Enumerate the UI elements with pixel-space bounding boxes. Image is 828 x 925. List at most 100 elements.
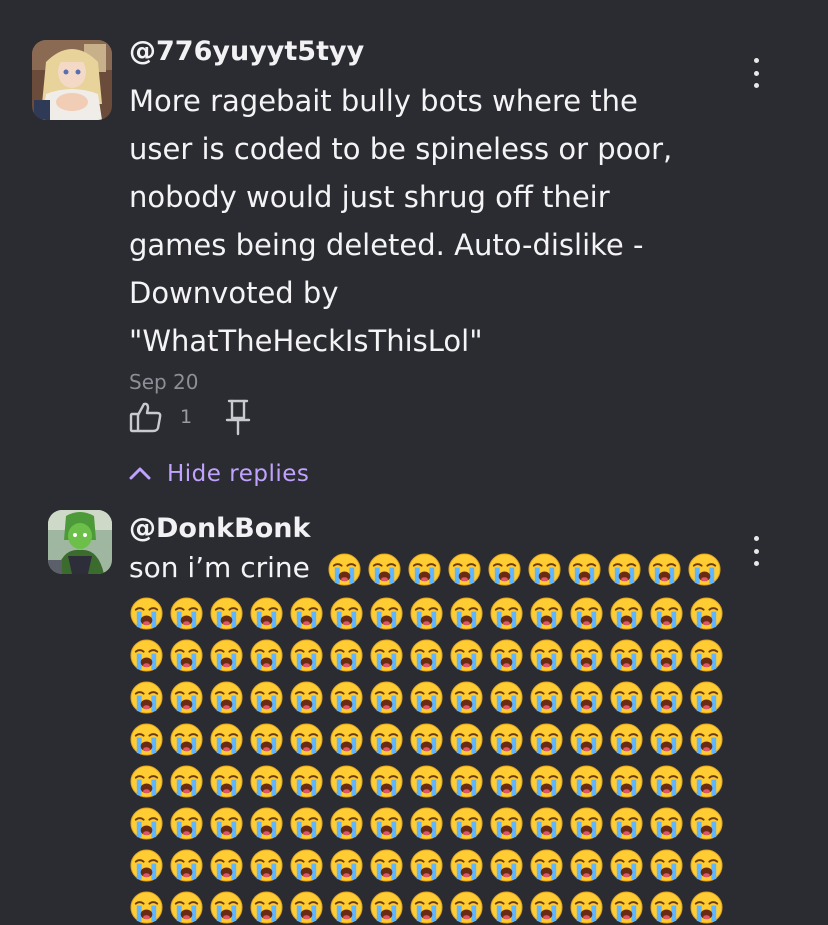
loudly-crying-face-icon	[169, 764, 204, 799]
more-vertical-icon[interactable]	[744, 58, 768, 88]
loudly-crying-face-icon	[409, 596, 444, 631]
loudly-crying-face-icon	[249, 806, 284, 841]
loudly-crying-face-icon	[449, 848, 484, 883]
pin-icon[interactable]	[225, 398, 251, 440]
loudly-crying-face-icon	[369, 596, 404, 631]
loudly-crying-face-icon	[649, 848, 684, 883]
loudly-crying-face-icon	[449, 764, 484, 799]
loudly-crying-face-icon	[369, 848, 404, 883]
loudly-crying-face-icon	[529, 806, 564, 841]
loudly-crying-face-icon	[569, 638, 604, 673]
loudly-crying-face-icon	[409, 764, 444, 799]
loudly-crying-face-icon	[649, 722, 684, 757]
loudly-crying-face-icon	[169, 680, 204, 715]
loudly-crying-face-icon	[169, 806, 204, 841]
comment-author[interactable]: @776yuyyt5tyy	[129, 36, 364, 67]
loudly-crying-face-icon	[209, 890, 244, 925]
loudly-crying-face-icon	[209, 680, 244, 715]
loudly-crying-face-icon	[609, 680, 644, 715]
loudly-crying-face-icon	[249, 680, 284, 715]
loudly-crying-face-icon	[569, 680, 604, 715]
like-count: 1	[180, 406, 193, 428]
thumbs-up-icon[interactable]	[129, 400, 163, 438]
loudly-crying-face-icon	[249, 596, 284, 631]
loudly-crying-face-icon	[409, 638, 444, 673]
loudly-crying-face-icon	[289, 806, 324, 841]
loudly-crying-face-icon	[609, 596, 644, 631]
loudly-crying-face-icon	[609, 638, 644, 673]
loudly-crying-face-icon	[489, 806, 524, 841]
loudly-crying-face-icon	[129, 680, 164, 715]
comment-text-line: user is coded to be spineless or poor,	[129, 132, 673, 166]
loudly-crying-face-icon	[249, 638, 284, 673]
loudly-crying-face-icon	[609, 764, 644, 799]
loudly-crying-face-icon	[649, 638, 684, 673]
loudly-crying-face-icon	[607, 552, 642, 587]
loudly-crying-face-icon	[649, 890, 684, 925]
emoji-row	[129, 638, 729, 673]
loudly-crying-face-icon	[329, 890, 364, 925]
comment-text-line: nobody would just shrug off their	[129, 180, 610, 214]
loudly-crying-face-icon	[289, 848, 324, 883]
loudly-crying-face-icon	[649, 764, 684, 799]
loudly-crying-face-icon	[689, 806, 724, 841]
loudly-crying-face-icon	[407, 552, 442, 587]
loudly-crying-face-icon	[329, 806, 364, 841]
emoji-row	[129, 722, 729, 757]
avatar[interactable]	[32, 40, 112, 120]
comment-text-line: games being deleted. Auto-dislike -	[129, 228, 644, 262]
loudly-crying-face-icon	[369, 764, 404, 799]
loudly-crying-face-icon	[689, 764, 724, 799]
loudly-crying-face-icon	[409, 680, 444, 715]
emoji-row	[129, 890, 729, 925]
loudly-crying-face-icon	[529, 764, 564, 799]
loudly-crying-face-icon	[369, 722, 404, 757]
loudly-crying-face-icon	[687, 552, 722, 587]
loudly-crying-face-icon	[449, 806, 484, 841]
loudly-crying-face-icon	[327, 552, 362, 587]
loudly-crying-face-icon	[129, 722, 164, 757]
loudly-crying-face-icon	[129, 638, 164, 673]
loudly-crying-face-icon	[169, 848, 204, 883]
reply-author[interactable]: @DonkBonk	[129, 513, 310, 544]
hide-replies-label: Hide replies	[167, 461, 310, 487]
loudly-crying-face-icon	[689, 680, 724, 715]
loudly-crying-face-icon	[529, 596, 564, 631]
loudly-crying-face-icon	[329, 596, 364, 631]
loudly-crying-face-icon	[329, 848, 364, 883]
loudly-crying-face-icon	[449, 638, 484, 673]
loudly-crying-face-icon	[409, 848, 444, 883]
loudly-crying-face-icon	[647, 552, 682, 587]
loudly-crying-face-icon	[169, 722, 204, 757]
loudly-crying-face-icon	[289, 890, 324, 925]
loudly-crying-face-icon	[249, 764, 284, 799]
loudly-crying-face-icon	[369, 806, 404, 841]
loudly-crying-face-icon	[449, 596, 484, 631]
emoji-row	[129, 806, 729, 841]
comment-text: More ragebait bully bots where the user …	[129, 77, 729, 365]
loudly-crying-face-icon	[489, 596, 524, 631]
loudly-crying-face-icon	[169, 596, 204, 631]
comment-text-line: "WhatTheHeckIsThisLol"	[129, 324, 483, 358]
loudly-crying-face-icon	[529, 722, 564, 757]
loudly-crying-face-icon	[249, 890, 284, 925]
loudly-crying-face-icon	[329, 680, 364, 715]
loudly-crying-face-icon	[569, 596, 604, 631]
loudly-crying-face-icon	[489, 680, 524, 715]
loudly-crying-face-icon	[569, 806, 604, 841]
loudly-crying-face-icon	[489, 638, 524, 673]
loudly-crying-face-icon	[569, 722, 604, 757]
loudly-crying-face-icon	[209, 848, 244, 883]
hide-replies-button[interactable]: Hide replies	[129, 458, 309, 490]
loudly-crying-face-icon	[529, 890, 564, 925]
loudly-crying-face-icon	[329, 638, 364, 673]
loudly-crying-face-icon	[569, 848, 604, 883]
avatar[interactable]	[48, 510, 112, 574]
loudly-crying-face-icon	[409, 806, 444, 841]
loudly-crying-face-icon	[529, 848, 564, 883]
more-vertical-icon[interactable]	[744, 536, 768, 566]
loudly-crying-face-icon	[409, 890, 444, 925]
loudly-crying-face-icon	[209, 806, 244, 841]
loudly-crying-face-icon	[169, 638, 204, 673]
loudly-crying-face-icon	[449, 890, 484, 925]
